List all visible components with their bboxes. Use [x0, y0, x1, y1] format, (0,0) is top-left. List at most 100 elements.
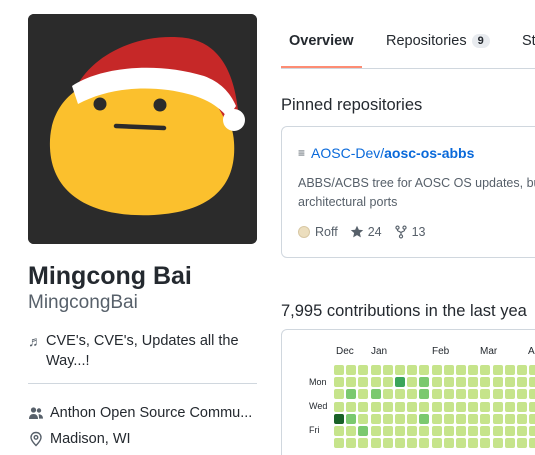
contribution-day-cell[interactable]: [480, 413, 491, 424]
contribution-day-cell[interactable]: [382, 426, 393, 436]
contribution-day-cell[interactable]: [492, 377, 503, 388]
contribution-day-cell[interactable]: [382, 389, 393, 400]
contribution-day-cell[interactable]: [382, 365, 393, 375]
contribution-day-cell[interactable]: [468, 365, 479, 375]
contribution-day-cell[interactable]: [468, 401, 479, 412]
contribution-day-cell[interactable]: [334, 377, 344, 388]
repo-forks[interactable]: 13: [394, 225, 426, 239]
contribution-day-cell[interactable]: [346, 401, 357, 412]
repo-stars[interactable]: 24: [350, 225, 382, 239]
contribution-day-cell[interactable]: [504, 365, 515, 375]
contribution-day-cell[interactable]: [456, 389, 466, 400]
contribution-day-cell[interactable]: [456, 413, 466, 424]
contribution-day-cell[interactable]: [431, 365, 442, 375]
contribution-day-cell[interactable]: [419, 377, 430, 388]
contribution-day-cell[interactable]: [382, 377, 393, 388]
contribution-day-cell[interactable]: [443, 377, 454, 388]
contribution-day-cell[interactable]: [395, 438, 405, 449]
contribution-day-cell[interactable]: [334, 426, 344, 436]
contribution-day-cell[interactable]: [443, 401, 454, 412]
contribution-day-cell[interactable]: [468, 413, 479, 424]
contribution-day-cell[interactable]: [419, 365, 430, 375]
tab-overview[interactable]: Overview: [289, 33, 354, 49]
contribution-day-cell[interactable]: [370, 426, 381, 436]
contribution-day-cell[interactable]: [346, 413, 357, 424]
contribution-day-cell[interactable]: [468, 426, 479, 436]
contribution-day-cell[interactable]: [407, 365, 418, 375]
contribution-day-cell[interactable]: [492, 438, 503, 449]
contribution-day-cell[interactable]: [370, 438, 381, 449]
contribution-day-cell[interactable]: [431, 401, 442, 412]
contribution-day-cell[interactable]: [334, 401, 344, 412]
avatar[interactable]: [28, 14, 257, 244]
contribution-day-cell[interactable]: [529, 389, 535, 400]
contribution-day-cell[interactable]: [431, 438, 442, 449]
contribution-day-cell[interactable]: [358, 426, 369, 436]
contribution-day-cell[interactable]: [395, 401, 405, 412]
contribution-day-cell[interactable]: [504, 438, 515, 449]
contribution-day-cell[interactable]: [517, 377, 527, 388]
repo-link[interactable]: ≡ AOSC-Dev/aosc-os-abbs: [298, 145, 474, 161]
contribution-day-cell[interactable]: [517, 389, 527, 400]
contribution-day-cell[interactable]: [419, 438, 430, 449]
contribution-day-cell[interactable]: [529, 426, 535, 436]
contribution-day-cell[interactable]: [407, 413, 418, 424]
contribution-day-cell[interactable]: [358, 377, 369, 388]
contribution-day-cell[interactable]: [480, 377, 491, 388]
contribution-day-cell[interactable]: [358, 413, 369, 424]
contribution-day-cell[interactable]: [504, 413, 515, 424]
contribution-day-cell[interactable]: [468, 377, 479, 388]
contribution-day-cell[interactable]: [382, 438, 393, 449]
contribution-day-cell[interactable]: [358, 389, 369, 400]
contribution-day-cell[interactable]: [443, 365, 454, 375]
contribution-day-cell[interactable]: [431, 426, 442, 436]
contribution-day-cell[interactable]: [407, 401, 418, 412]
contribution-day-cell[interactable]: [456, 377, 466, 388]
contribution-day-cell[interactable]: [443, 413, 454, 424]
contribution-day-cell[interactable]: [492, 426, 503, 436]
contribution-day-cell[interactable]: [431, 413, 442, 424]
contribution-day-cell[interactable]: [504, 377, 515, 388]
contribution-day-cell[interactable]: [443, 438, 454, 449]
contribution-day-cell[interactable]: [370, 401, 381, 412]
contribution-day-cell[interactable]: [456, 438, 466, 449]
contribution-day-cell[interactable]: [517, 401, 527, 412]
contribution-day-cell[interactable]: [382, 401, 393, 412]
contribution-day-cell[interactable]: [480, 426, 491, 436]
contribution-day-cell[interactable]: [456, 365, 466, 375]
contribution-day-cell[interactable]: [456, 401, 466, 412]
contribution-day-cell[interactable]: [480, 401, 491, 412]
contribution-day-cell[interactable]: [395, 426, 405, 436]
contribution-day-cell[interactable]: [443, 426, 454, 436]
contribution-day-cell[interactable]: [346, 438, 357, 449]
contribution-day-cell[interactable]: [358, 365, 369, 375]
contribution-day-cell[interactable]: [431, 389, 442, 400]
contribution-day-cell[interactable]: [492, 365, 503, 375]
contribution-day-cell[interactable]: [346, 365, 357, 375]
contribution-day-cell[interactable]: [492, 413, 503, 424]
contribution-day-cell[interactable]: [529, 401, 535, 412]
contribution-day-cell[interactable]: [529, 438, 535, 449]
contribution-day-cell[interactable]: [358, 438, 369, 449]
contribution-day-cell[interactable]: [370, 365, 381, 375]
contribution-day-cell[interactable]: [395, 377, 405, 388]
contribution-day-cell[interactable]: [529, 365, 535, 375]
contribution-day-cell[interactable]: [395, 389, 405, 400]
contribution-day-cell[interactable]: [334, 389, 344, 400]
contribution-day-cell[interactable]: [407, 377, 418, 388]
contribution-day-cell[interactable]: [517, 413, 527, 424]
contribution-day-cell[interactable]: [517, 426, 527, 436]
contribution-day-cell[interactable]: [456, 426, 466, 436]
contribution-day-cell[interactable]: [370, 377, 381, 388]
contribution-day-cell[interactable]: [370, 389, 381, 400]
contribution-day-cell[interactable]: [346, 426, 357, 436]
contribution-day-cell[interactable]: [504, 426, 515, 436]
contribution-day-cell[interactable]: [468, 438, 479, 449]
contribution-day-cell[interactable]: [529, 413, 535, 424]
contribution-day-cell[interactable]: [480, 438, 491, 449]
contribution-day-cell[interactable]: [370, 413, 381, 424]
tab-stars[interactable]: St: [522, 33, 535, 49]
contribution-day-cell[interactable]: [480, 365, 491, 375]
contribution-day-cell[interactable]: [504, 401, 515, 412]
contribution-day-cell[interactable]: [492, 389, 503, 400]
